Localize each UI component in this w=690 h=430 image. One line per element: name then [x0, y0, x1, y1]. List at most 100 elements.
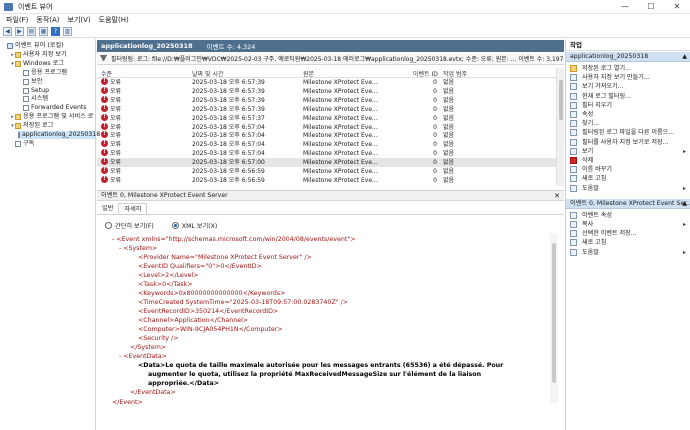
tab-details[interactable]: 자세히 [118, 203, 148, 214]
collapse-caret-icon[interactable]: ▲ [682, 199, 687, 208]
action-item[interactable]: 도움말 ▸ [566, 248, 690, 257]
event-row[interactable]: ! 오류 2025-03-18 오후 6:57:04 Milestone XProte… [97, 131, 556, 140]
column-event-id[interactable]: 이벤트 ID [413, 69, 438, 78]
properties-icon[interactable]: ▦ [39, 27, 48, 36]
action-item[interactable]: 사용자 지정 보기 만들기... [566, 73, 690, 82]
action-icon [570, 92, 577, 100]
action-item[interactable]: 현재 로그 필터링... [566, 92, 690, 101]
log-icon [23, 69, 29, 76]
event-row[interactable]: ! 오류 2025-03-18 오후 6:56:59 Milestone XProte… [97, 175, 556, 185]
tree-item-10[interactable]: applicationlog_20250318 [18, 131, 100, 139]
action-label: 삭제 [582, 157, 594, 164]
show-hide-tree-icon[interactable]: ▤ [27, 27, 36, 36]
action-icon [570, 147, 577, 155]
view-mode-radios: 간단히 보기(F) XML 보기(X) [105, 220, 405, 230]
actions-section-log[interactable]: applicationlog_20250318 ▲ [566, 52, 690, 62]
tree-item-1[interactable]: ▸ 사용자 지정 보기 [10, 51, 95, 59]
event-source: Milestone XProtect Eve... [303, 87, 378, 95]
action-item[interactable]: 새로 고침 [566, 174, 690, 183]
tree-item-6[interactable]: 시스템 [18, 95, 95, 103]
event-row[interactable]: ! 오류 2025-03-18 오후 6:57:00 Milestone XProte… [97, 158, 556, 168]
menu-file[interactable]: 파일(F) [6, 15, 28, 25]
column-datetime[interactable]: 날짜 및 시간 [192, 69, 223, 78]
event-category: 없음 [443, 79, 455, 86]
tab-general[interactable]: 일반 [97, 203, 118, 214]
menu-help[interactable]: 도움말(H) [99, 15, 129, 25]
detail-tabs: 일반 자세히 [97, 203, 564, 214]
xml-view-radio[interactable] [171, 221, 179, 229]
action-icon [570, 138, 577, 146]
xml-task: <Task>0</Task> [138, 281, 193, 288]
xml-view-label[interactable]: XML 보기(X) [182, 221, 217, 230]
action-item[interactable]: 보기 ▸ [566, 147, 690, 156]
event-category: 없음 [443, 105, 455, 113]
back-icon[interactable]: ◀ [3, 27, 12, 36]
action-icon [570, 248, 577, 256]
column-source[interactable]: 원본 [303, 69, 314, 78]
close-detail-icon[interactable]: ✕ [554, 191, 560, 201]
minimize-button[interactable]: — [612, 0, 638, 14]
action-item[interactable]: 복사 ▸ [566, 220, 690, 229]
window-title: 이벤트 뷰어 [18, 2, 53, 11]
action-item[interactable]: 새로 고침 [566, 238, 690, 247]
event-level: 오류 [110, 159, 122, 167]
tree-item-8[interactable]: ▸ 응용 프로그램 및 서비스 로 [10, 113, 95, 121]
column-level[interactable]: 수준 [101, 69, 112, 78]
action-item[interactable]: 저장된 로그 열기... [566, 64, 690, 73]
action-icon [570, 111, 577, 118]
log-tab-header: applicationlog_20250318 이벤트 수: 4,324 [97, 40, 564, 52]
event-row[interactable]: ! 오류 2025-03-18 오후 6:57:39 Milestone XProte… [97, 95, 556, 105]
action-item[interactable]: 필터 지우기 [566, 101, 690, 110]
filter-bar: 필터링됨: 로그: file://D:₩플러그인₩VDC₩2025-02-03 … [97, 53, 564, 65]
action-item[interactable]: 찾기... [566, 119, 690, 128]
action-item[interactable]: 속성 [566, 110, 690, 119]
action-label: 보기 [582, 147, 594, 155]
event-row[interactable]: ! 오류 2025-03-18 오후 6:57:04 Milestone XProte… [97, 140, 556, 149]
event-datetime: 2025-03-18 오후 6:57:39 [192, 79, 265, 86]
action-item[interactable]: 삭제 [566, 156, 690, 165]
column-task-category[interactable]: 작업 범주 [443, 69, 467, 78]
event-row[interactable]: ! 오류 2025-03-18 오후 6:57:39 Milestone XProte… [97, 104, 556, 114]
show-hide-action-pane-icon[interactable]: ▥ [63, 27, 72, 36]
action-item[interactable]: 보기 가져오기... [566, 82, 690, 91]
tree-item-5[interactable]: Setup [18, 87, 95, 95]
action-label: 복사 [582, 221, 594, 228]
forward-icon[interactable]: ▶ [15, 27, 24, 36]
xml-computer: <Computer>WIN-9CJA054PH1N</Computer> [138, 326, 283, 333]
tree-item-9[interactable]: ▾ 저장된 로그 [10, 122, 95, 130]
event-list-scrollbar[interactable] [556, 68, 564, 186]
submenu-arrow-icon: ▸ [682, 147, 686, 155]
folder-icon [15, 60, 21, 67]
event-row[interactable]: ! 오류 2025-03-18 오후 6:57:39 Milestone XProte… [97, 86, 556, 96]
friendly-view-label[interactable]: 간단히 보기(F) [115, 221, 154, 230]
tree-item-11[interactable]: 구독 [10, 140, 95, 148]
tree-item-4[interactable]: 보안 [18, 78, 95, 86]
action-item[interactable]: 도움말 ▸ [566, 184, 690, 193]
tree-item-0[interactable]: 이벤트 뷰어 (로컬) [2, 42, 95, 50]
event-row[interactable]: ! 오류 2025-03-18 오후 6:57:04 Milestone XProte… [97, 149, 556, 158]
friendly-view-radio[interactable] [105, 221, 112, 229]
maximize-button[interactable]: ☐ [638, 0, 664, 14]
tree-item-3[interactable]: 응용 프로그램 [18, 69, 95, 77]
tree-item-2[interactable]: ▾ Windows 로그 [10, 60, 95, 68]
xml-view-scrollbar[interactable] [550, 233, 558, 403]
event-row[interactable]: ! 오류 2025-03-18 오후 6:56:59 Milestone XProte… [97, 167, 556, 176]
event-row[interactable]: ! 오류 2025-03-18 오후 6:57:39 Milestone XProte… [97, 78, 556, 87]
action-item[interactable]: 선택한 이벤트 저장... [566, 229, 690, 238]
help-icon[interactable]: ? [51, 27, 60, 36]
event-row[interactable]: ! 오류 2025-03-18 오후 6:57:04 Milestone XProte… [97, 122, 556, 132]
collapse-caret-icon[interactable]: ▲ [682, 52, 687, 61]
close-button[interactable]: ✕ [664, 0, 690, 14]
action-item[interactable]: 이름 바꾸기 [566, 165, 690, 174]
event-row[interactable]: ! 오류 2025-03-18 오후 6:57:37 Milestone XProte… [97, 113, 556, 123]
action-item[interactable]: 필터를 사용자 지정 보기로 저장... [566, 138, 690, 147]
menu-action[interactable]: 동작(A) [36, 15, 59, 25]
folder-icon [15, 123, 21, 130]
action-item[interactable]: 이벤트 속성 [566, 211, 690, 220]
actions-section-event[interactable]: 이벤트 0, Milestone XProtect Event Ser... ▲ [566, 198, 690, 209]
action-item[interactable]: 필터링된 로그 파일을 다른 이름으... [566, 128, 690, 137]
action-icon [570, 184, 577, 192]
menu-view[interactable]: 보기(V) [68, 15, 91, 25]
tree-item-7[interactable]: Forwarded Events [18, 104, 95, 112]
xml-data-line2: augmenter le quota, utilisez la propriét… [148, 371, 482, 378]
